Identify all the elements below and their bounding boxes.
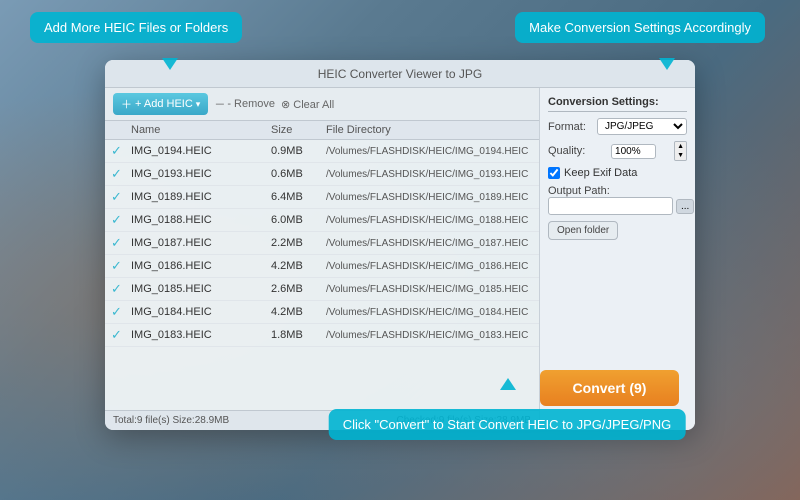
table-row: ✓ IMG_0185.HEIC 2.6MB /Volumes/FLASHDISK… <box>105 278 539 301</box>
row-size: 4.2MB <box>271 260 326 272</box>
file-panel: ＋ + Add HEIC ▾ － - Remove ⊗ Clear All Na… <box>105 88 540 430</box>
row-checkbox[interactable]: ✓ <box>111 143 131 159</box>
open-folder-button[interactable]: Open folder <box>548 221 618 240</box>
row-dir: /Volumes/FLASHDISK/HEIC/IMG_0185.HEIC <box>326 284 533 295</box>
output-path-input[interactable] <box>548 197 673 215</box>
table-row: ✓ IMG_0183.HEIC 1.8MB /Volumes/FLASHDISK… <box>105 324 539 347</box>
row-checkbox[interactable]: ✓ <box>111 212 131 228</box>
row-dir: /Volumes/FLASHDISK/HEIC/IMG_0189.HEIC <box>326 192 533 203</box>
row-filename: IMG_0194.HEIC <box>131 145 271 157</box>
table-row: ✓ IMG_0187.HEIC 2.2MB /Volumes/FLASHDISK… <box>105 232 539 255</box>
row-checkbox[interactable]: ✓ <box>111 327 131 343</box>
chevron-down-icon: ▾ <box>196 99 201 110</box>
clear-all-button[interactable]: ⊗ Clear All <box>281 98 334 111</box>
conversion-settings-arrow <box>659 58 675 70</box>
add-files-arrow <box>162 58 178 70</box>
keep-exif-label: Keep Exif Data <box>564 167 637 179</box>
clear-label: ⊗ Clear All <box>281 98 334 111</box>
row-dir: /Volumes/FLASHDISK/HEIC/IMG_0193.HEIC <box>326 169 533 180</box>
exif-row: Keep Exif Data <box>548 167 687 179</box>
add-heic-button[interactable]: ＋ + Add HEIC ▾ <box>113 93 208 115</box>
table-row: ✓ IMG_0186.HEIC 4.2MB /Volumes/FLASHDISK… <box>105 255 539 278</box>
toolbar: ＋ + Add HEIC ▾ － - Remove ⊗ Clear All <box>105 88 539 121</box>
add-heic-label: + Add HEIC <box>135 98 193 110</box>
format-row: Format: JPG/JPEG PNG <box>548 118 687 135</box>
minus-icon: － <box>214 96 225 112</box>
row-size: 2.6MB <box>271 283 326 295</box>
quality-input[interactable] <box>611 144 656 159</box>
row-filename: IMG_0186.HEIC <box>131 260 271 272</box>
row-filename: IMG_0183.HEIC <box>131 329 271 341</box>
remove-button[interactable]: － - Remove <box>214 96 275 112</box>
titlebar: HEIC Converter Viewer to JPG <box>105 60 695 88</box>
row-size: 0.9MB <box>271 145 326 157</box>
output-path-row: ... <box>548 197 687 215</box>
row-filename: IMG_0188.HEIC <box>131 214 271 226</box>
add-files-tooltip-text: Add More HEIC Files or Folders <box>44 20 228 35</box>
output-path-label: Output Path: <box>548 185 687 197</box>
quality-stepper[interactable]: ▲ ▼ <box>674 141 687 161</box>
table-row: ✓ IMG_0194.HEIC 0.9MB /Volumes/FLASHDISK… <box>105 140 539 163</box>
add-files-tooltip: Add More HEIC Files or Folders <box>30 12 242 43</box>
row-size: 6.4MB <box>271 191 326 203</box>
row-dir: /Volumes/FLASHDISK/HEIC/IMG_0188.HEIC <box>326 215 533 226</box>
row-size: 4.2MB <box>271 306 326 318</box>
table-row: ✓ IMG_0184.HEIC 4.2MB /Volumes/FLASHDISK… <box>105 301 539 324</box>
row-dir: /Volumes/FLASHDISK/HEIC/IMG_0183.HEIC <box>326 330 533 341</box>
format-select[interactable]: JPG/JPEG PNG <box>597 118 687 135</box>
row-checkbox[interactable]: ✓ <box>111 166 131 182</box>
row-filename: IMG_0189.HEIC <box>131 191 271 203</box>
row-filename: IMG_0193.HEIC <box>131 168 271 180</box>
col-check <box>111 124 131 136</box>
row-filename: IMG_0185.HEIC <box>131 283 271 295</box>
col-dir: File Directory <box>326 124 533 136</box>
table-header: Name Size File Directory <box>105 121 539 140</box>
row-checkbox[interactable]: ✓ <box>111 235 131 251</box>
conversion-settings-tooltip: Make Conversion Settings Accordingly <box>515 12 765 43</box>
row-dir: /Volumes/FLASHDISK/HEIC/IMG_0184.HEIC <box>326 307 533 318</box>
format-label: Format: <box>548 121 593 133</box>
table-row: ✓ IMG_0193.HEIC 0.6MB /Volumes/FLASHDISK… <box>105 163 539 186</box>
convert-hint-tooltip-text: Click "Convert" to Start Convert HEIC to… <box>343 417 672 432</box>
total-status: Total:9 file(s) Size:28.9MB <box>113 415 229 426</box>
add-icon: ＋ <box>121 96 132 112</box>
quality-up-button[interactable]: ▲ <box>675 142 686 151</box>
remove-label: - Remove <box>227 98 275 110</box>
col-name: Name <box>131 124 271 136</box>
convert-hint-tooltip: Click "Convert" to Start Convert HEIC to… <box>329 409 686 440</box>
table-row: ✓ IMG_0188.HEIC 6.0MB /Volumes/FLASHDISK… <box>105 209 539 232</box>
convert-hint-arrow <box>500 378 516 390</box>
row-dir: /Volumes/FLASHDISK/HEIC/IMG_0186.HEIC <box>326 261 533 272</box>
quality-row: Quality: ▲ ▼ <box>548 141 687 161</box>
row-filename: IMG_0184.HEIC <box>131 306 271 318</box>
row-dir: /Volumes/FLASHDISK/HEIC/IMG_0194.HEIC <box>326 146 533 157</box>
row-checkbox[interactable]: ✓ <box>111 281 131 297</box>
output-path-section: Output Path: ... <box>548 185 687 215</box>
quality-down-button[interactable]: ▼ <box>675 151 686 160</box>
browse-button[interactable]: ... <box>676 199 694 214</box>
table-row: ✓ IMG_0189.HEIC 6.4MB /Volumes/FLASHDISK… <box>105 186 539 209</box>
row-size: 0.6MB <box>271 168 326 180</box>
keep-exif-checkbox[interactable] <box>548 167 560 179</box>
settings-title: Conversion Settings: <box>548 96 687 112</box>
row-filename: IMG_0187.HEIC <box>131 237 271 249</box>
row-size: 1.8MB <box>271 329 326 341</box>
row-size: 2.2MB <box>271 237 326 249</box>
window-title: HEIC Converter Viewer to JPG <box>318 67 483 81</box>
main-window: HEIC Converter Viewer to JPG ＋ + Add HEI… <box>105 60 695 430</box>
convert-button[interactable]: Convert (9) <box>540 370 679 406</box>
col-size: Size <box>271 124 326 136</box>
row-checkbox[interactable]: ✓ <box>111 189 131 205</box>
file-table: ✓ IMG_0194.HEIC 0.9MB /Volumes/FLASHDISK… <box>105 140 539 410</box>
quality-label: Quality: <box>548 145 593 157</box>
row-checkbox[interactable]: ✓ <box>111 304 131 320</box>
row-size: 6.0MB <box>271 214 326 226</box>
conversion-settings-tooltip-text: Make Conversion Settings Accordingly <box>529 20 751 35</box>
row-dir: /Volumes/FLASHDISK/HEIC/IMG_0187.HEIC <box>326 238 533 249</box>
row-checkbox[interactable]: ✓ <box>111 258 131 274</box>
